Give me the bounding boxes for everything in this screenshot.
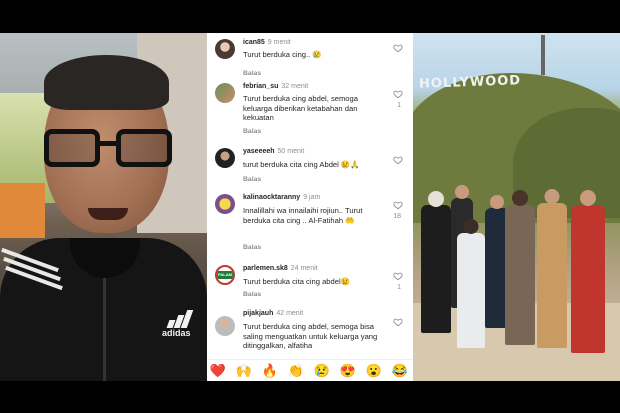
person-head: [455, 185, 469, 199]
person-figure: [537, 189, 567, 348]
reply-button[interactable]: Balas: [243, 70, 261, 77]
heart-outline-icon[interactable]: [393, 271, 403, 281]
comment-time: 9 jam: [303, 194, 321, 201]
heart-outline-icon[interactable]: [393, 43, 403, 53]
comment-text: turut berduka cita cing Abdel 😢🙏: [243, 160, 360, 169]
comment-time: 9 menit: [267, 39, 291, 46]
comment-text: Turut berduka cing.. 😢: [243, 50, 322, 59]
comment-header: pijakjauh 42 menit: [243, 310, 303, 317]
avatar-badge-text: PALAM: [217, 271, 233, 279]
reply-button[interactable]: Balas: [243, 176, 261, 183]
person-head: [428, 191, 444, 207]
comment-text: Turut berduka cing abdel, semoga bisa sa…: [243, 322, 378, 350]
glasses-bridge: [98, 141, 118, 146]
bottom-letterbox: [0, 381, 620, 413]
comment-time: 24 menit: [290, 265, 318, 272]
glasses: [44, 129, 176, 169]
like-count: 1: [397, 284, 401, 291]
mouth: [88, 208, 128, 220]
heart-outline-icon[interactable]: [393, 200, 403, 210]
like-count: 1: [397, 102, 401, 109]
comment-time: 32 menit: [281, 83, 309, 90]
emoji-heart-eyes-button[interactable]: 😍: [339, 362, 357, 380]
comment-username[interactable]: pijakjauh: [243, 310, 273, 317]
hair: [44, 55, 169, 110]
family-photo-hollywood: HOLLYWOOD: [413, 33, 620, 381]
reply-button[interactable]: Balas: [243, 128, 261, 135]
comment-username[interactable]: yaseeeeh: [243, 148, 275, 155]
avatar[interactable]: PALAM: [215, 265, 235, 285]
avatar[interactable]: [215, 316, 235, 336]
like-count: 18: [393, 213, 401, 220]
emoji-laughing-button[interactable]: 😂: [391, 362, 409, 380]
background-orange-frame: [0, 183, 45, 238]
avatar[interactable]: [215, 39, 235, 59]
reply-button[interactable]: Balas: [243, 291, 261, 298]
person-figure: [505, 190, 535, 345]
comment-username[interactable]: febrian_su: [243, 83, 278, 90]
emoji-clap-button[interactable]: 👏: [287, 362, 305, 380]
heart-outline-icon[interactable]: [393, 89, 403, 99]
person-head: [544, 189, 560, 204]
person-head: [512, 190, 528, 206]
comment-text: Innalillahi wa innailaihi rojiun.. Turut…: [243, 206, 363, 225]
emoji-crying-button[interactable]: 😢: [313, 362, 331, 380]
emoji-surprised-button[interactable]: 😮: [365, 362, 383, 380]
emoji-fire-button[interactable]: 🔥: [261, 362, 279, 380]
adidas-logo-text: adidas: [162, 328, 191, 338]
jacket-zipper: [103, 278, 106, 381]
antenna-tower: [541, 35, 545, 75]
avatar[interactable]: [215, 194, 235, 214]
comment-header: kalinaocktaranny 9 jam: [243, 194, 320, 201]
adidas-logo-icon: [166, 308, 200, 328]
comment-username[interactable]: kalinaocktaranny: [243, 194, 300, 201]
glasses-lens-left: [44, 129, 100, 167]
comment-username[interactable]: parlemen.sk8: [243, 265, 288, 272]
emoji-heart-button[interactable]: ❤️: [209, 362, 227, 380]
person-figure: [571, 190, 605, 353]
avatar[interactable]: [215, 83, 235, 103]
comment-header: febrian_su 32 menit: [243, 83, 308, 90]
person-head: [463, 219, 479, 234]
comment-header: parlemen.sk8 24 menit: [243, 265, 318, 272]
comment-time: 42 menit: [276, 310, 304, 317]
reply-button[interactable]: Balas: [243, 244, 261, 251]
comments-panel[interactable]: ican85 9 menit Turut berduka cing.. 😢 Bal…: [207, 33, 413, 381]
comment-text: Turut berduka cing abdel, semoga keluarg…: [243, 94, 358, 122]
comment-username[interactable]: ican85: [243, 39, 265, 46]
emoji-raised-hands-button[interactable]: 🙌: [235, 362, 253, 380]
heart-outline-icon[interactable]: [393, 155, 403, 165]
glasses-lens-right: [116, 129, 172, 167]
person-figure: [457, 219, 485, 348]
person-head: [490, 195, 504, 209]
emoji-reaction-bar: ❤️ 🙌 🔥 👏 😢 😍 😮 😂: [207, 359, 413, 381]
comment-time: 50 menit: [277, 148, 305, 155]
person-head: [580, 190, 596, 206]
top-letterbox: [0, 0, 620, 33]
person-figure: [421, 191, 451, 333]
comment-header: ican85 9 menit: [243, 39, 291, 46]
comment-text: Turut berduka cita cing abdel😢: [243, 277, 351, 286]
avatar[interactable]: [215, 148, 235, 168]
comment-header: yaseeeeh 50 menit: [243, 148, 304, 155]
heart-outline-icon[interactable]: [393, 317, 403, 327]
video-frame-man: adidas: [0, 33, 207, 381]
